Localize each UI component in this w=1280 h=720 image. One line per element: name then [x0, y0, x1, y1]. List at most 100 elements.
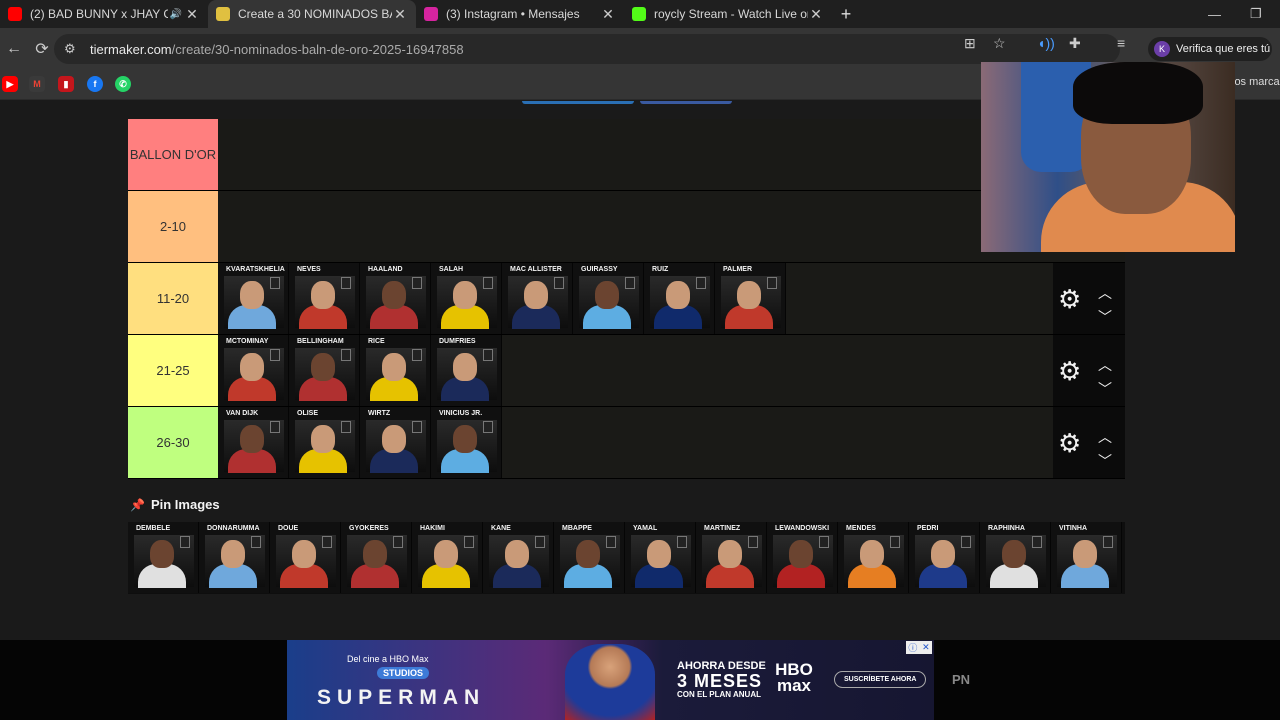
- top-button-edge[interactable]: [640, 101, 732, 104]
- reload-icon[interactable]: ⟳: [28, 39, 56, 59]
- gear-icon[interactable]: ⚙: [1058, 358, 1081, 384]
- extensions-icon[interactable]: ✚: [1069, 35, 1081, 52]
- player-card[interactable]: MAC ALLISTER: [502, 263, 573, 334]
- player-name: VAN DIJK: [226, 410, 259, 417]
- player-card[interactable]: BELLINGHAM: [289, 335, 360, 406]
- player-card[interactable]: PEDRI: [909, 522, 980, 593]
- tier-label[interactable]: 2-10: [128, 191, 218, 262]
- tier-controls: ⚙ ︿ ﹀: [1053, 335, 1125, 406]
- player-name: DUMFRIES: [439, 338, 476, 345]
- player-card[interactable]: LEWANDOWSKI: [767, 522, 838, 593]
- extension-audio-icon[interactable]: ◖)): [1037, 35, 1055, 51]
- ad-subscribe-button[interactable]: SUSCRÍBETE AHORA: [834, 671, 927, 688]
- new-tab-icon[interactable]: +: [832, 4, 860, 25]
- player-card[interactable]: HAALAND: [360, 263, 431, 334]
- player-card[interactable]: VAN DIJK: [218, 407, 289, 478]
- browser-tab[interactable]: (3) Instagram • Mensajes ✕: [416, 0, 624, 28]
- player-photo: [363, 540, 387, 568]
- player-name: MARTINEZ: [704, 525, 741, 532]
- ad-hero-image: [565, 644, 655, 720]
- tier-items: VAN DIJK OLISE WIRTZ VINICIUS JR.: [218, 407, 502, 478]
- restore-icon[interactable]: ❐: [1250, 0, 1262, 28]
- tier-label[interactable]: 11-20: [128, 263, 218, 334]
- tier-label[interactable]: 21-25: [128, 335, 218, 406]
- move-down-icon[interactable]: ﹀: [1098, 379, 1112, 399]
- club-crest-icon: [606, 536, 616, 548]
- club-crest-icon: [341, 277, 351, 289]
- tier-row: 26-30 VAN DIJK OLISE WIRTZ VINICIUS JR. ⚙ ︿ ﹀: [128, 407, 1125, 479]
- minimize-icon[interactable]: —: [1208, 0, 1221, 28]
- club-crest-icon: [341, 349, 351, 361]
- player-photo: [221, 540, 245, 568]
- player-card[interactable]: GYÖKERES: [341, 522, 412, 593]
- player-card[interactable]: RAPHINHA: [980, 522, 1051, 593]
- player-name: DEMBÉLÉ: [136, 525, 171, 532]
- top-button-edge[interactable]: [522, 101, 634, 104]
- player-card[interactable]: DONNARUMMA: [199, 522, 270, 593]
- site-info-icon[interactable]: ⚙: [64, 41, 86, 57]
- player-card[interactable]: MBAPPÉ: [554, 522, 625, 593]
- player-card[interactable]: SALAH: [431, 263, 502, 334]
- player-card[interactable]: HAKIMI: [412, 522, 483, 593]
- pin-images-heading[interactable]: 📌 Pin Images: [130, 497, 220, 512]
- move-up-icon[interactable]: ︿: [1098, 427, 1112, 447]
- media-control-icon[interactable]: ≡: [1117, 35, 1125, 51]
- player-card[interactable]: KVARATSKHELIA: [218, 263, 289, 334]
- player-card[interactable]: WIRTZ: [360, 407, 431, 478]
- player-card[interactable]: DOUÉ: [270, 522, 341, 593]
- player-card[interactable]: MARTINEZ: [696, 522, 767, 593]
- club-crest-icon: [890, 536, 900, 548]
- bookmark-star-icon[interactable]: ☆: [993, 35, 1006, 52]
- player-card[interactable]: NEVES: [289, 263, 360, 334]
- player-card[interactable]: KANE: [483, 522, 554, 593]
- tier-label[interactable]: 26-30: [128, 407, 218, 478]
- tier-row: 2-10: [128, 191, 1125, 263]
- back-icon[interactable]: ←: [0, 40, 28, 58]
- player-card[interactable]: DEMBÉLÉ: [128, 522, 199, 593]
- tab-audio-icon[interactable]: 🔊: [168, 9, 184, 20]
- player-card[interactable]: PALMER: [715, 263, 786, 334]
- move-up-icon[interactable]: ︿: [1098, 283, 1112, 303]
- player-card[interactable]: MENDES: [838, 522, 909, 593]
- browser-tab[interactable]: Create a 30 NOMINADOS BALÓN✕: [208, 0, 416, 28]
- player-photo: [576, 540, 600, 568]
- browser-tab[interactable]: (2) BAD BUNNY x JHAY COR🔊✕: [0, 0, 208, 28]
- player-card[interactable]: OLISE: [289, 407, 360, 478]
- tab-close-icon[interactable]: ✕: [808, 6, 824, 23]
- gear-icon[interactable]: ⚙: [1058, 430, 1081, 456]
- whatsapp-bookmark-icon[interactable]: ✆: [115, 76, 131, 92]
- browser-tab[interactable]: roycly Stream - Watch Live on K ✕: [624, 0, 832, 28]
- facebook-bookmark-icon[interactable]: f: [87, 76, 103, 92]
- ad-banner[interactable]: Del cine a HBO Max STUDIOS SUPERMAN AHOR…: [287, 640, 934, 720]
- bookmarks-overflow[interactable]: los marca: [1232, 76, 1280, 88]
- ad-choices-icon[interactable]: ⓘ ✕: [906, 641, 932, 654]
- tab-close-icon[interactable]: ✕: [392, 6, 408, 23]
- address-bar[interactable]: ⚙ tiermaker.com/create/30-nominados-baln…: [54, 34, 1120, 64]
- red-bookmark-icon[interactable]: ▮: [58, 76, 74, 92]
- ad-subtitle: Del cine a HBO Max: [347, 654, 429, 664]
- player-card[interactable]: RICE: [360, 335, 431, 406]
- player-name: HAKIMI: [420, 525, 445, 532]
- player-card[interactable]: YAMAL: [625, 522, 696, 593]
- player-card[interactable]: GUIRASSY: [573, 263, 644, 334]
- player-card[interactable]: RUIZ: [644, 263, 715, 334]
- player-card[interactable]: MCTOMINAY: [218, 335, 289, 406]
- move-up-icon[interactable]: ︿: [1098, 355, 1112, 375]
- player-name: OLISE: [297, 410, 319, 417]
- player-card[interactable]: VITINHA: [1051, 522, 1122, 593]
- gear-icon[interactable]: ⚙: [1058, 286, 1081, 312]
- profile-button[interactable]: K Verifica que eres tú: [1148, 37, 1272, 61]
- move-down-icon[interactable]: ﹀: [1098, 307, 1112, 327]
- tab-close-icon[interactable]: ✕: [184, 6, 200, 23]
- tab-close-icon[interactable]: ✕: [600, 6, 616, 23]
- translate-icon[interactable]: ⊞: [964, 35, 976, 52]
- player-photo: [382, 425, 406, 453]
- player-card[interactable]: DUMFRIES: [431, 335, 502, 406]
- move-down-icon[interactable]: ﹀: [1098, 451, 1112, 471]
- player-name: DONNARUMMA: [207, 525, 260, 532]
- tier-label[interactable]: BALLON D'OR: [128, 119, 218, 190]
- tab-title: roycly Stream - Watch Live on K: [654, 7, 808, 21]
- gmail-bookmark-icon[interactable]: M: [29, 76, 45, 92]
- youtube-bookmark-icon[interactable]: ▶: [2, 76, 18, 92]
- player-card[interactable]: VINICIUS JR.: [431, 407, 502, 478]
